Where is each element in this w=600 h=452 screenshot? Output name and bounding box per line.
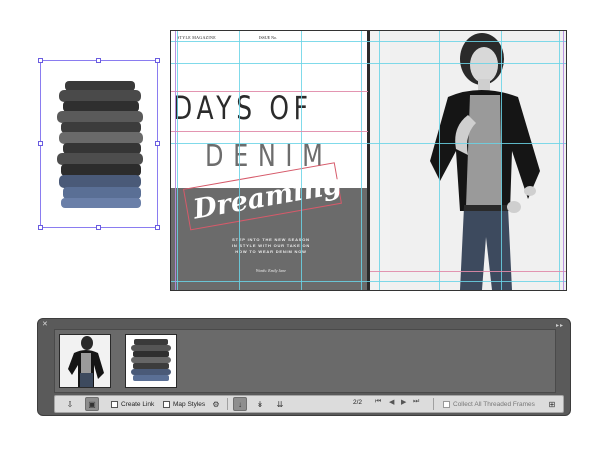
column-guide (439, 31, 440, 290)
style-mapping-icon[interactable]: ⚙ (209, 397, 223, 411)
map-styles-option[interactable]: Map Styles (163, 398, 205, 410)
margin-guide (563, 31, 564, 290)
row-guide (171, 41, 566, 42)
resize-handle-left[interactable] (38, 141, 43, 146)
margin-guide (175, 31, 176, 290)
thumbnail-jeans[interactable] (125, 334, 177, 388)
column-guide (239, 31, 240, 290)
right-page[interactable]: Days of Denim Dreaming (370, 31, 566, 290)
header-left: STYLE MAGAZINE (177, 35, 216, 40)
model-photo-image[interactable] (390, 31, 566, 290)
resize-handle-top[interactable] (96, 58, 101, 63)
jeans-stack-image (57, 81, 143, 208)
byline-text[interactable]: Words: Emily Jane (241, 268, 301, 273)
create-link-option[interactable]: Create Link (111, 398, 154, 410)
column-guide (559, 31, 560, 290)
column-guide (501, 31, 502, 290)
tagline-text[interactable]: STEP INTO THE NEW SEASON IN STYLE WITH O… (211, 237, 331, 255)
jeans-thumbnail-image (126, 335, 176, 387)
resize-handle-top-left[interactable] (38, 58, 43, 63)
margin-guide (171, 91, 368, 92)
create-link-checkbox[interactable] (111, 400, 118, 408)
magazine-spread[interactable]: STYLE MAGAZINE ISSUE No. DAYS OF DENIM D… (170, 30, 567, 291)
panel-grip-icon[interactable]: ▸▸ (556, 322, 564, 329)
row-guide (171, 63, 566, 64)
model-thumbnail-image (60, 335, 110, 387)
load-icon[interactable]: ⇩ (63, 397, 77, 411)
toolbar-separator (227, 398, 228, 410)
resize-handle-bottom-right[interactable] (155, 225, 160, 230)
toolbar-separator (433, 398, 434, 410)
collect-threaded-label: Collect All Threaded Frames (453, 400, 535, 408)
resize-handle-bottom[interactable] (96, 225, 101, 230)
headline-days-of[interactable]: DAYS OF (173, 89, 313, 127)
selected-image-frame[interactable] (38, 58, 160, 230)
resize-handle-top-right[interactable] (155, 58, 160, 63)
map-styles-checkbox[interactable] (163, 400, 170, 408)
close-icon[interactable]: ✕ (42, 321, 48, 328)
map-styles-label: Map Styles (173, 400, 206, 408)
collect-threaded-option[interactable]: Collect All Threaded Frames (443, 398, 535, 410)
content-conveyor-panel[interactable]: ✕ ▸▸ ⇩ ▣ Create Link Map Styles ⚙ ↓ ↡ ⇊ … (37, 318, 571, 416)
thumbnail-strip[interactable] (54, 329, 556, 393)
panel-menu-icon[interactable]: ⊞ (545, 397, 559, 411)
page-indicator: 2/2 (353, 399, 363, 406)
place-icon[interactable]: ▣ (85, 397, 99, 411)
tagline-line: HOW TO WEAR DENIM NOW (235, 249, 307, 254)
next-icon[interactable]: ▶ (401, 398, 406, 406)
resize-handle-right[interactable] (155, 141, 160, 146)
resize-handle-bottom-left[interactable] (38, 225, 43, 230)
place-once-icon[interactable]: ↓ (233, 397, 247, 411)
left-page[interactable]: STYLE MAGAZINE ISSUE No. DAYS OF DENIM D… (171, 31, 368, 290)
previous-icon[interactable]: ◀ (389, 398, 394, 406)
first-icon[interactable]: ⏮ (375, 398, 381, 406)
column-guide (177, 31, 178, 290)
collect-threaded-checkbox[interactable] (443, 400, 450, 408)
column-guide (361, 31, 362, 290)
panel-toolbar: ⇩ ▣ Create Link Map Styles ⚙ ↓ ↡ ⇊ 2/2 ⏮… (54, 395, 564, 413)
column-guide (379, 31, 380, 290)
place-multiple-icon[interactable]: ↡ (253, 397, 267, 411)
header-issue: ISSUE No. (259, 35, 278, 40)
thumbnail-model[interactable] (59, 334, 111, 388)
row-guide (171, 281, 566, 282)
margin-guide (171, 131, 368, 132)
last-icon[interactable]: ⏭ (413, 398, 419, 406)
create-link-label: Create Link (121, 400, 155, 408)
column-guide (301, 31, 302, 290)
margin-guide (370, 271, 566, 272)
row-guide (171, 143, 566, 144)
place-load-icon[interactable]: ⇊ (273, 397, 287, 411)
